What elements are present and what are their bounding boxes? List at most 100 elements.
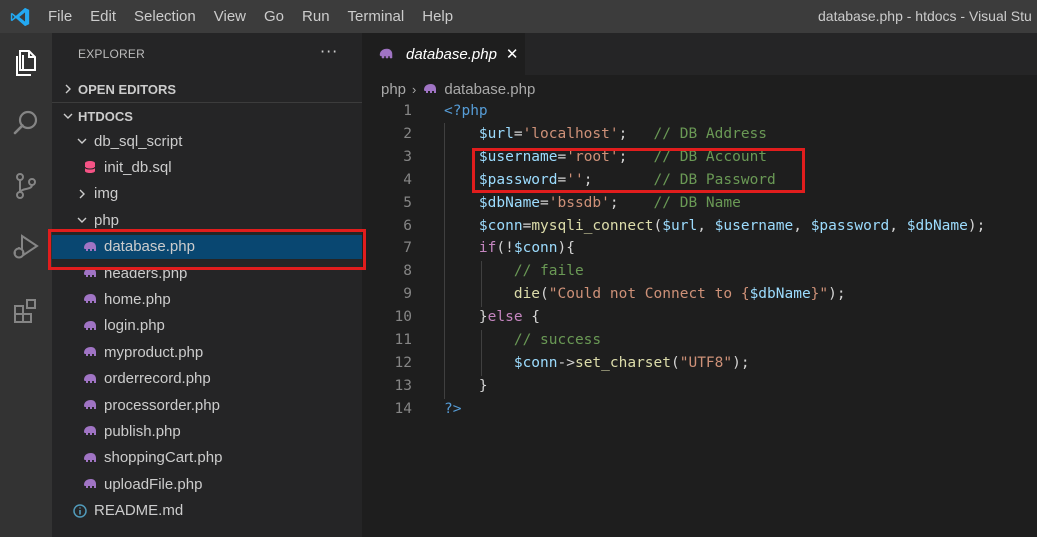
code-token: <?php [444, 103, 488, 119]
menu-go[interactable]: Go [255, 0, 293, 33]
folder-php[interactable]: php [52, 208, 362, 232]
code-token: } [444, 309, 488, 326]
code-token: { [522, 309, 541, 326]
code-text: // success [444, 329, 601, 352]
code-token: $username [714, 217, 794, 234]
chevron-right-icon: › [412, 81, 417, 97]
code-token: $conn [444, 354, 558, 371]
php-elephant-icon [82, 344, 98, 360]
code-token: $conn [513, 240, 558, 257]
menu-help[interactable]: Help [413, 0, 462, 33]
file-publish-php[interactable]: publish.php [52, 419, 362, 443]
menu-file[interactable]: File [39, 0, 81, 33]
tree-item-label: home.php [104, 290, 171, 308]
info-icon [72, 503, 88, 519]
code-token: mysqli_connect [531, 217, 654, 234]
file-orderrecord-php[interactable]: orderrecord.php [52, 367, 362, 391]
code-token: ( [540, 286, 549, 303]
explorer-title: EXPLORER [78, 47, 145, 61]
line-number: 4 [403, 171, 412, 188]
php-elephant-icon [82, 371, 98, 387]
code-line: 8 // faile [362, 260, 1037, 283]
source-control-icon[interactable] [8, 168, 44, 204]
file-headers-php[interactable]: headers.php [52, 261, 362, 285]
code-line: 9 die("Could not Connect to {$dbName}"); [362, 283, 1037, 306]
file-home-php[interactable]: home.php [52, 287, 362, 311]
file-database-php[interactable]: database.php [52, 234, 362, 259]
folder-db_sql_script[interactable]: db_sql_script [52, 129, 362, 153]
code-token: = [513, 125, 523, 142]
code-token: 'bssdb' [548, 194, 610, 211]
code-token: $url [444, 125, 514, 142]
code-token: if [444, 240, 497, 257]
run-debug-icon[interactable] [8, 229, 44, 265]
code-token: 'root' [566, 148, 619, 165]
code-token: // DB Address [653, 125, 768, 142]
tree-item-label: uploadFile.php [104, 475, 203, 493]
code-token: ); [967, 217, 986, 234]
tab-label: database.php [406, 45, 497, 63]
tree-item-label: db_sql_script [94, 132, 183, 150]
menu-edit[interactable]: Edit [81, 0, 125, 33]
breadcrumb-file[interactable]: database.php [444, 81, 535, 98]
breadcrumb-folder[interactable]: php [381, 81, 406, 98]
code-line: 3 $username='root'; // DB Account [362, 146, 1037, 169]
htdocs-section[interactable]: HTDOCS [52, 104, 362, 128]
code-token: // DB Account [653, 148, 768, 165]
more-actions-icon[interactable]: ··· [320, 42, 338, 61]
search-icon[interactable] [8, 105, 44, 141]
php-elephant-icon [422, 81, 438, 97]
section-divider [52, 102, 362, 103]
code-text: if(!$conn){ [444, 237, 575, 260]
file-uploadFile-php[interactable]: uploadFile.php [52, 472, 362, 496]
section-label: HTDOCS [78, 108, 133, 124]
tree-item-label: img [94, 185, 119, 203]
explorer-icon[interactable] [8, 45, 44, 81]
menu-terminal[interactable]: Terminal [339, 0, 414, 33]
code-token: $conn [444, 217, 523, 234]
code-line: 11 // success [362, 329, 1037, 352]
line-number: 6 [403, 217, 412, 234]
folder-img[interactable]: img [52, 182, 362, 206]
code-token: = [540, 194, 549, 211]
file-README-md[interactable]: README.md [52, 499, 362, 523]
code-token: ; [618, 148, 654, 165]
code-editor[interactable]: 1 <?php 2 $url='localhost'; // DB Address 3… [362, 100, 1037, 537]
code-token: // success [444, 332, 602, 348]
code-token: $username [444, 148, 558, 165]
menu-selection[interactable]: Selection [125, 0, 205, 33]
code-token: }" [810, 286, 829, 303]
php-elephant-icon [378, 46, 394, 62]
file-myproduct-php[interactable]: myproduct.php [52, 340, 362, 364]
menu-run[interactable]: Run [293, 0, 339, 33]
file-init_db-sql[interactable]: init_db.sql [52, 155, 362, 179]
code-line: 12 $conn->set_charset("UTF8"); [362, 352, 1037, 375]
line-number: 9 [403, 286, 412, 303]
file-login-php[interactable]: login.php [52, 314, 362, 338]
code-token: '' [566, 171, 584, 188]
code-text: <?php [444, 100, 488, 123]
file-processorder-php[interactable]: processorder.php [52, 393, 362, 417]
vscode-logo-icon[interactable] [9, 6, 31, 28]
file-shoppingCart-php[interactable]: shoppingCart.php [52, 446, 362, 470]
code-line: 14 ?> [362, 398, 1037, 421]
tab-database-php[interactable]: database.php ✕ [362, 33, 525, 75]
code-token: set_charset [574, 354, 671, 371]
menu-view[interactable]: View [205, 0, 255, 33]
line-number: 8 [403, 263, 412, 280]
extensions-icon[interactable] [8, 293, 44, 329]
tree-item-label: headers.php [104, 264, 188, 282]
code-token: ){ [557, 240, 575, 257]
php-elephant-icon [82, 239, 98, 255]
code-line: 2 $url='localhost'; // DB Address [362, 123, 1037, 146]
code-text: ?> [444, 398, 461, 421]
close-icon[interactable]: ✕ [506, 45, 519, 63]
explorer-sidebar: EXPLORER ··· OPEN EDITORS HTDOCS db_sql_… [52, 33, 362, 537]
open-editors-section[interactable]: OPEN EDITORS [52, 77, 362, 101]
database-icon [82, 159, 98, 175]
php-elephant-icon [82, 450, 98, 466]
code-line: 1 <?php [362, 100, 1037, 123]
code-line: 7 if(!$conn){ [362, 237, 1037, 260]
chevron-right-icon [74, 188, 90, 200]
code-token: 'localhost' [522, 125, 619, 142]
